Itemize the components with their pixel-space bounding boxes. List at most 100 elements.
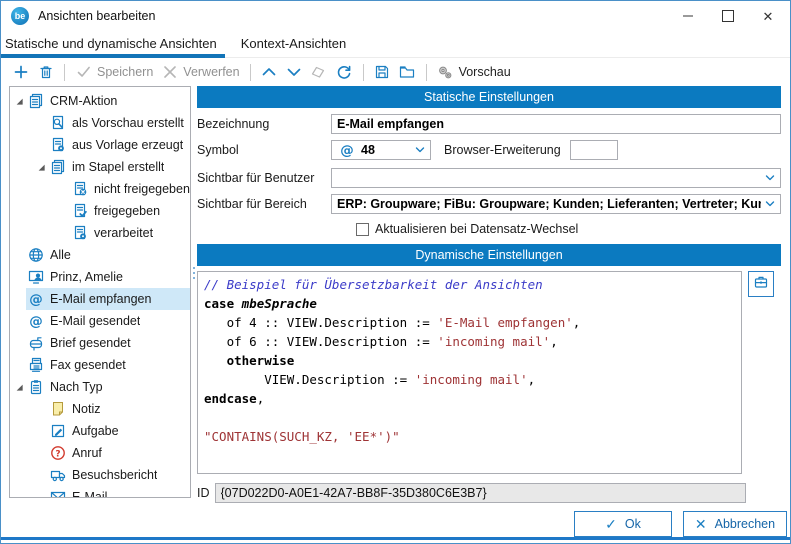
window-bottom-accent [1, 537, 790, 540]
floppy-icon [374, 64, 391, 81]
tree-item-label: CRM-Aktion [50, 94, 117, 108]
code-line [204, 408, 735, 427]
refresh-on-record-change-checkbox[interactable] [356, 223, 369, 236]
tree-item-e-mail-empfangen[interactable]: @E-Mail empfangen [10, 288, 190, 310]
tree-item-prinz-amelie[interactable]: Prinz, Amelie [10, 266, 190, 288]
static-settings-header: Statische Einstellungen [197, 86, 781, 108]
minimize-button[interactable] [668, 1, 708, 31]
save-file-button[interactable] [370, 62, 395, 83]
delete-view-button[interactable] [33, 62, 58, 83]
tree-item-e-mail[interactable]: E-Mail [10, 486, 190, 498]
ok-button[interactable]: ✓ Ok [574, 511, 672, 537]
bereich-dropdown[interactable]: ERP: Groupware; FiBu: Groupware; Kunden;… [331, 194, 781, 214]
tree-item-label: als Vorschau erstellt [72, 116, 184, 130]
bezeichnung-input[interactable] [331, 114, 781, 134]
expander-icon[interactable] [34, 163, 48, 172]
formula-toolbox-button[interactable] [748, 271, 774, 297]
preview-button-label: Vorschau [459, 65, 511, 79]
tree-item-besuchsbericht[interactable]: Besuchsbericht [10, 464, 190, 486]
check-icon [75, 64, 92, 81]
tree-item-anruf[interactable]: ? Anruf [10, 442, 190, 464]
trash-icon [37, 64, 54, 81]
add-view-button[interactable] [8, 62, 33, 83]
tree-item-notiz[interactable]: Notiz [10, 398, 190, 420]
tab-label: Kontext-Ansichten [241, 36, 347, 51]
tree-item-content: Brief gesendet [26, 332, 190, 354]
window-controls: ✕ [668, 1, 788, 31]
open-folder-button[interactable] [395, 62, 420, 83]
dialog-window: be Ansichten bearbeiten ✕ Statische und … [0, 0, 791, 544]
symbol-row: Symbol @ 48 Browser-Erweiterung [197, 140, 781, 160]
move-down-button[interactable] [282, 62, 307, 83]
maximize-button[interactable] [708, 1, 748, 31]
at-icon: @ [27, 313, 45, 329]
fax-icon [27, 357, 45, 373]
code-line: endcase, [204, 389, 735, 408]
tab-label: Statische und dynamische Ansichten [5, 36, 217, 51]
browser-extension-input[interactable] [570, 140, 618, 160]
close-button[interactable]: ✕ [748, 1, 788, 31]
tree-item-content: freigegeben [70, 200, 190, 222]
svg-text:?: ? [55, 449, 60, 459]
mailbox-icon [27, 335, 45, 351]
views-tree: CRM-Aktion als Vorschau erstellt aus Vorla… [9, 86, 191, 498]
tree-item-content: Fax gesendet [26, 354, 190, 376]
gears-icon [437, 64, 454, 81]
page-gear-icon [71, 225, 89, 241]
tree-item-content: @E-Mail empfangen [26, 288, 190, 310]
tree-item-aufgabe[interactable]: Aufgabe [10, 420, 190, 442]
code-editor[interactable]: // Beispiel für Übersetzbarkeit der Ansi… [197, 271, 742, 474]
x-icon [161, 64, 178, 81]
tree-item-label: Notiz [72, 402, 100, 416]
minimize-icon [683, 15, 693, 17]
benutzer-dropdown[interactable] [331, 168, 781, 188]
toolbar-separator [64, 64, 65, 81]
static-settings-title: Statische Einstellungen [424, 90, 554, 104]
tree-item-content: Nach Typ [26, 376, 190, 398]
tree-item-content: im Stapel erstellt [48, 156, 190, 178]
panel-splitter[interactable] [192, 267, 196, 279]
tree-item-label: Anruf [72, 446, 102, 460]
tree-item-nach-typ[interactable]: Nach Typ [10, 376, 190, 398]
tree-item-label: im Stapel erstellt [72, 160, 164, 174]
code-line: of 4 :: VIEW.Description := 'E-Mail empf… [204, 313, 735, 332]
bereich-row: Sichtbar für Bereich ERP: Groupware; FiB… [197, 194, 781, 214]
tab-static-dynamic-views[interactable]: Statische und dynamische Ansichten [1, 32, 225, 57]
tree-item-als-vorschau-erstellt[interactable]: als Vorschau erstellt [10, 112, 190, 134]
tree-item-e-mail-gesendet[interactable]: @E-Mail gesendet [10, 310, 190, 332]
tree-item-aus-vorlage-erzeugt[interactable]: aus Vorlage erzeugt [10, 134, 190, 156]
browser-extension-label: Browser-Erweiterung [444, 143, 561, 157]
briefcase-icon [753, 274, 769, 295]
refresh-button[interactable] [332, 62, 357, 83]
tree-item-verarbeitet[interactable]: verarbeitet [10, 222, 190, 244]
note-icon [49, 401, 67, 417]
tree-item-content: @E-Mail gesendet [26, 310, 190, 332]
user-computer-icon [27, 269, 45, 285]
discard-button[interactable]: Verwerfen [157, 62, 243, 83]
tree-item-fax-gesendet[interactable]: Fax gesendet [10, 354, 190, 376]
bereich-label: Sichtbar für Bereich [197, 197, 331, 211]
tree-item-brief-gesendet[interactable]: Brief gesendet [10, 332, 190, 354]
clear-button[interactable] [307, 62, 332, 83]
tree-item-label: verarbeitet [94, 226, 153, 240]
save-button[interactable]: Speichern [71, 62, 157, 83]
expander-icon[interactable] [12, 97, 26, 106]
tree-item-content: nicht freigegeben [70, 178, 190, 200]
symbol-dropdown[interactable]: @ 48 [331, 140, 431, 160]
svg-text:@: @ [29, 292, 43, 308]
tree-item-im-stapel-erstellt[interactable]: im Stapel erstellt [10, 156, 190, 178]
question-icon: ? [49, 445, 67, 461]
cancel-button[interactable]: ✕ Abbrechen [683, 511, 787, 537]
preview-button[interactable]: Vorschau [433, 62, 515, 83]
at-icon: @ [338, 142, 356, 158]
expander-icon[interactable] [12, 383, 26, 392]
page-check-icon [71, 203, 89, 219]
tree-item-alle[interactable]: Alle [10, 244, 190, 266]
tree-item-nicht-freigegeben[interactable]: nicht freigegeben [10, 178, 190, 200]
tab-context-views[interactable]: Kontext-Ansichten [237, 32, 355, 57]
tree-item-freigegeben[interactable]: freigegeben [10, 200, 190, 222]
id-label: ID [197, 486, 210, 500]
title-bar[interactable]: be Ansichten bearbeiten ✕ [1, 1, 790, 31]
tree-item-crm-aktion[interactable]: CRM-Aktion [10, 90, 190, 112]
move-up-button[interactable] [257, 62, 282, 83]
